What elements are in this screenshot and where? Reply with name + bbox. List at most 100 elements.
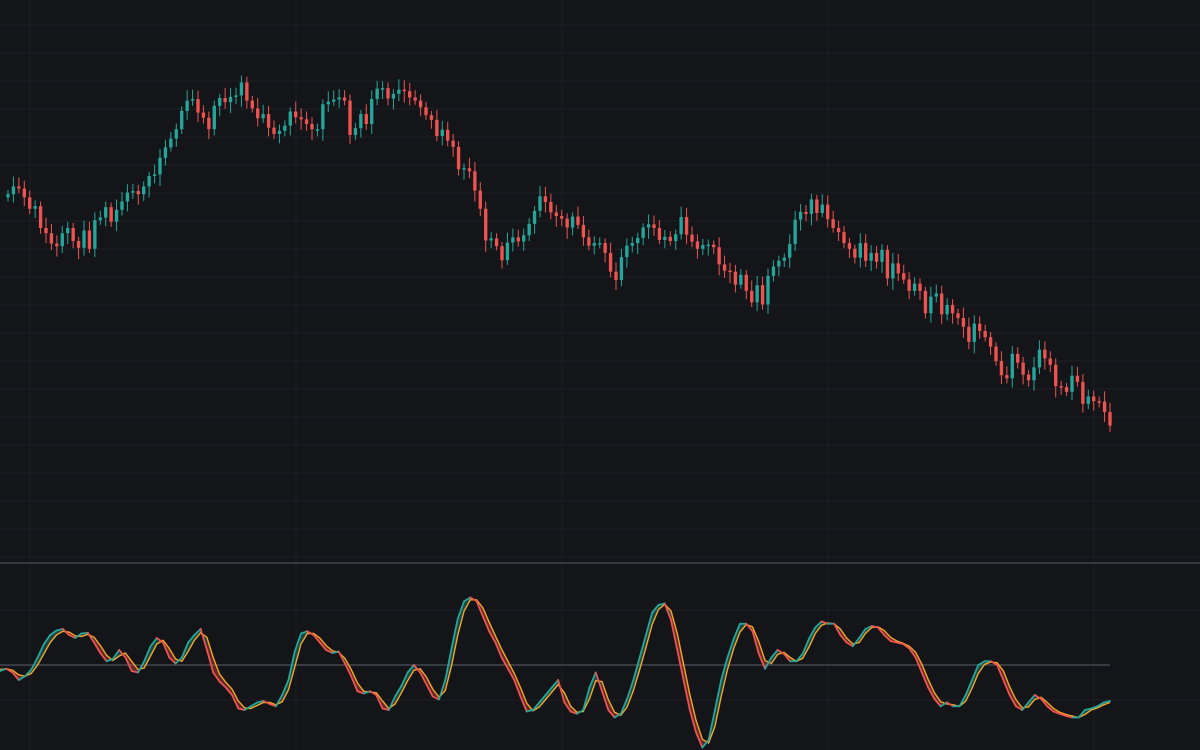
candle-body xyxy=(33,206,37,209)
candle-body xyxy=(798,211,803,220)
candle-body xyxy=(424,107,428,116)
candle-body xyxy=(98,217,102,221)
candle-body xyxy=(484,208,488,241)
candle-body xyxy=(283,125,287,131)
candle-body xyxy=(429,115,434,120)
candle-body xyxy=(391,93,396,99)
candle-body xyxy=(228,96,233,103)
candle-body xyxy=(674,234,678,241)
candle-body xyxy=(950,304,955,314)
candle-body xyxy=(174,129,178,139)
candle-body xyxy=(576,216,580,225)
candle-body xyxy=(684,217,689,235)
candle-body xyxy=(245,82,249,101)
candle-body xyxy=(733,271,738,285)
candle-body xyxy=(201,112,206,118)
candle-body xyxy=(11,186,16,195)
candle-body xyxy=(158,157,162,175)
candle-body xyxy=(315,129,320,131)
candle-body xyxy=(603,243,607,253)
candle-body xyxy=(565,218,569,228)
candle-body xyxy=(945,304,949,315)
candle-body xyxy=(614,271,618,280)
candle-body xyxy=(1081,381,1085,404)
candle-body xyxy=(1102,401,1107,413)
candle-body xyxy=(522,235,526,242)
candle-body xyxy=(625,245,629,258)
candle-body xyxy=(44,228,48,234)
candle-body xyxy=(570,216,575,228)
candle-body xyxy=(663,236,667,240)
candle-body xyxy=(22,188,26,198)
candle-body xyxy=(1086,396,1090,404)
candle-body xyxy=(1026,374,1031,381)
candle-body xyxy=(1108,412,1112,426)
candle-body xyxy=(1075,375,1080,382)
candle-body xyxy=(196,99,200,113)
candle-body xyxy=(348,100,352,135)
candle-body xyxy=(28,197,32,209)
candle-body xyxy=(359,114,363,129)
candle-body xyxy=(793,219,797,245)
candle-body xyxy=(880,249,884,262)
candle-body xyxy=(440,129,444,136)
candle-body xyxy=(598,243,602,245)
candle-body xyxy=(299,117,303,120)
candle-body xyxy=(256,108,260,119)
candle-body xyxy=(690,234,694,242)
candle-body xyxy=(353,128,358,135)
candle-body xyxy=(994,346,998,362)
candle-body xyxy=(473,171,477,191)
candle-body xyxy=(239,82,244,96)
candle-body xyxy=(874,252,879,262)
candle-body xyxy=(782,257,786,261)
candle-body xyxy=(750,290,754,303)
candle-body xyxy=(652,224,656,228)
candle-body xyxy=(902,273,906,280)
candle-body xyxy=(896,263,900,274)
candle-body xyxy=(668,236,672,241)
candle-body xyxy=(527,223,531,236)
candle-body xyxy=(478,190,482,209)
candle-body xyxy=(923,290,928,314)
candle-body xyxy=(218,98,222,106)
candle-body xyxy=(712,244,716,248)
candle-body xyxy=(169,138,173,148)
candle-body xyxy=(847,243,852,249)
candle-body xyxy=(706,244,710,247)
candle-body xyxy=(788,244,792,258)
candle-body xyxy=(386,88,390,99)
candle-body xyxy=(1097,401,1101,403)
candle-body xyxy=(956,313,960,318)
candle-body xyxy=(494,238,499,247)
candle-body xyxy=(657,228,662,240)
candle-body xyxy=(418,100,423,108)
candle-body xyxy=(190,99,195,101)
chart-svg[interactable] xyxy=(0,0,1200,750)
chart-area[interactable] xyxy=(0,0,1200,750)
candle-body xyxy=(6,194,10,198)
candle-body xyxy=(93,220,97,249)
candle-body xyxy=(310,124,314,130)
candle-body xyxy=(272,127,276,134)
candle-body xyxy=(864,243,868,261)
candle-body xyxy=(185,100,189,111)
candle-body xyxy=(1064,387,1069,392)
candle-body xyxy=(413,97,417,101)
candle-body xyxy=(223,98,227,103)
candle-body xyxy=(967,326,971,342)
candle-body xyxy=(543,196,548,202)
candle-body xyxy=(722,264,727,271)
candle-body xyxy=(836,228,841,233)
candle-body xyxy=(869,252,873,261)
candle-body xyxy=(152,174,157,176)
candle-body xyxy=(60,233,64,247)
candle-body xyxy=(853,248,857,258)
candle-body xyxy=(1092,396,1096,402)
candle-body xyxy=(885,249,890,279)
candle-body xyxy=(207,117,211,130)
candle-body xyxy=(131,191,135,193)
candle-body xyxy=(695,241,700,249)
candle-body xyxy=(630,243,634,246)
candle-body xyxy=(250,100,254,109)
